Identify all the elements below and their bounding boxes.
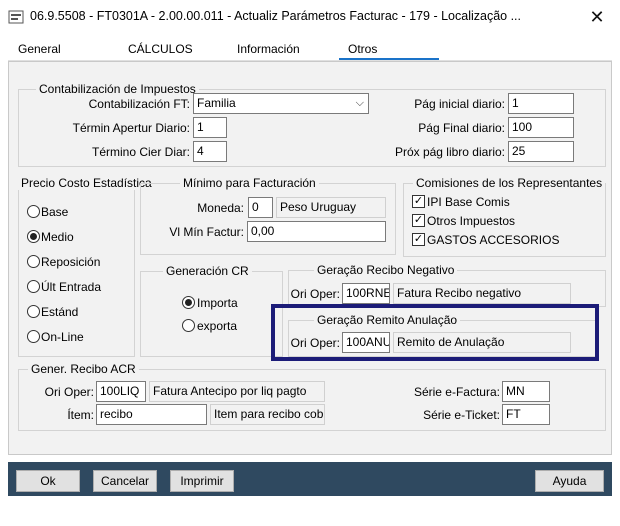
recibo-neg-code-field[interactable]: 100RNE <box>342 283 390 304</box>
check-otros-impuestos[interactable]: ✓ <box>412 214 425 227</box>
acr-item-label: Ítem: <box>67 408 94 422</box>
cancelar-button[interactable]: Cancelar <box>93 470 157 492</box>
radio-reposicion-label: Reposición <box>41 255 101 269</box>
group-minimo-title: Mínimo para Facturación <box>180 176 319 190</box>
group-recibo-negativo-title: Geração Recibo Negativo <box>314 263 458 277</box>
radio-estand[interactable] <box>27 305 40 318</box>
radio-on-line[interactable] <box>27 330 40 343</box>
acr-ori-code-field[interactable]: 100LIQ <box>96 381 146 402</box>
radio-ult-entrada-label: Últ Entrada <box>41 280 102 294</box>
radio-on-line-label: On-Line <box>41 330 84 344</box>
radio-importa[interactable] <box>182 296 195 309</box>
contab-ft-select[interactable]: Familia ⌵ <box>193 93 369 114</box>
radio-estand-label: Estánd <box>41 305 79 319</box>
apertur-field[interactable]: 1 <box>193 117 227 138</box>
close-icon[interactable]: ✕ <box>582 6 612 28</box>
acr-ori-label: Ori Oper: <box>44 385 94 399</box>
group-generacion-cr <box>140 271 283 357</box>
moneda-label: Moneda: <box>197 201 244 215</box>
ok-button[interactable]: Ok <box>16 470 80 492</box>
active-tab-indicator <box>339 58 439 60</box>
recibo-neg-label: Ori Oper: <box>290 287 340 301</box>
moneda-name: Peso Uruguay <box>276 197 386 218</box>
tab-general[interactable]: General <box>18 42 61 60</box>
group-minimo-facturacion <box>140 183 396 255</box>
contab-ft-label: Contabilización FT: <box>88 97 190 111</box>
moneda-code-field[interactable]: 0 <box>248 197 273 218</box>
group-recibo-acr-title: Gener. Recibo ACR <box>28 362 139 376</box>
window-title: 06.9.5508 - FT0301A - 2.00.00.011 - Actu… <box>30 9 522 23</box>
radio-medio[interactable] <box>27 230 40 243</box>
group-precio-costo-title: Precio Costo Estadística <box>18 176 155 190</box>
check-ipi-base[interactable]: ✓ <box>412 195 425 208</box>
radio-base[interactable] <box>27 205 40 218</box>
group-comisiones-title: Comisiones de los Representantes <box>413 176 606 190</box>
tab-informacion[interactable]: Información <box>237 42 300 60</box>
acr-item-code-field[interactable]: recibo <box>96 404 207 425</box>
apertur-label: Términ Apertur Diario: <box>72 121 190 135</box>
radio-base-label: Base <box>41 205 69 219</box>
check-gastos-accesorios-label: GASTOS ACCESORIOS <box>427 233 560 247</box>
serie-ticket-label: Série e-Ticket: <box>423 408 500 422</box>
radio-exporta-label: exporta <box>197 319 238 333</box>
radio-reposicion[interactable] <box>27 255 40 268</box>
serie-factura-label: Série e-Factura: <box>413 385 500 399</box>
radio-importa-label: Importa <box>197 296 238 310</box>
highlight-box <box>271 304 599 361</box>
acr-item-desc: Item para recibo cobranz <box>210 404 325 425</box>
group-contabilizacion-title: Contabilización de Impuestos <box>36 82 199 96</box>
chevron-down-icon[interactable]: ⌵ <box>356 97 364 110</box>
ayuda-button[interactable]: Ayuda <box>535 470 604 492</box>
prox-pag-label: Próx pág libro diario: <box>394 145 505 159</box>
check-ipi-base-label: IPI Base Comis <box>427 195 510 209</box>
imprimir-button[interactable]: Imprimir <box>170 470 234 492</box>
title-bar: 06.9.5508 - FT0301A - 2.00.00.011 - Actu… <box>0 0 620 34</box>
pag-final-label: Pág Final diario: <box>418 121 505 135</box>
check-otros-impuestos-label: Otros Impuestos <box>427 214 516 228</box>
recibo-neg-desc: Fatura Recibo negativo <box>393 283 571 304</box>
pag-inicial-field[interactable]: 1 <box>508 93 574 114</box>
serie-factura-field[interactable]: MN <box>502 381 550 402</box>
vl-min-field[interactable]: 0,00 <box>247 221 386 242</box>
cier-label: Término Cier Diar: <box>91 145 190 159</box>
radio-ult-entrada[interactable] <box>27 280 40 293</box>
radio-exporta[interactable] <box>182 319 195 332</box>
pag-final-field[interactable]: 100 <box>508 117 574 138</box>
prox-pag-field[interactable]: 25 <box>508 141 574 162</box>
group-generacion-cr-title: Generación CR <box>163 264 252 278</box>
vl-min-label: Vl Mín Factur: <box>169 225 244 239</box>
check-gastos-accesorios[interactable]: ✓ <box>412 233 425 246</box>
app-icon <box>8 10 24 24</box>
acr-ori-desc: Fatura Antecipo por liq pagto <box>149 381 325 402</box>
radio-medio-label: Medio <box>41 230 74 244</box>
pag-inicial-label: Pág inicial diario: <box>414 97 505 111</box>
tab-calculos[interactable]: CÁLCULOS <box>128 42 193 60</box>
cier-field[interactable]: 4 <box>193 141 227 162</box>
serie-ticket-field[interactable]: FT <box>502 404 550 425</box>
contab-ft-value: Familia <box>197 96 236 110</box>
